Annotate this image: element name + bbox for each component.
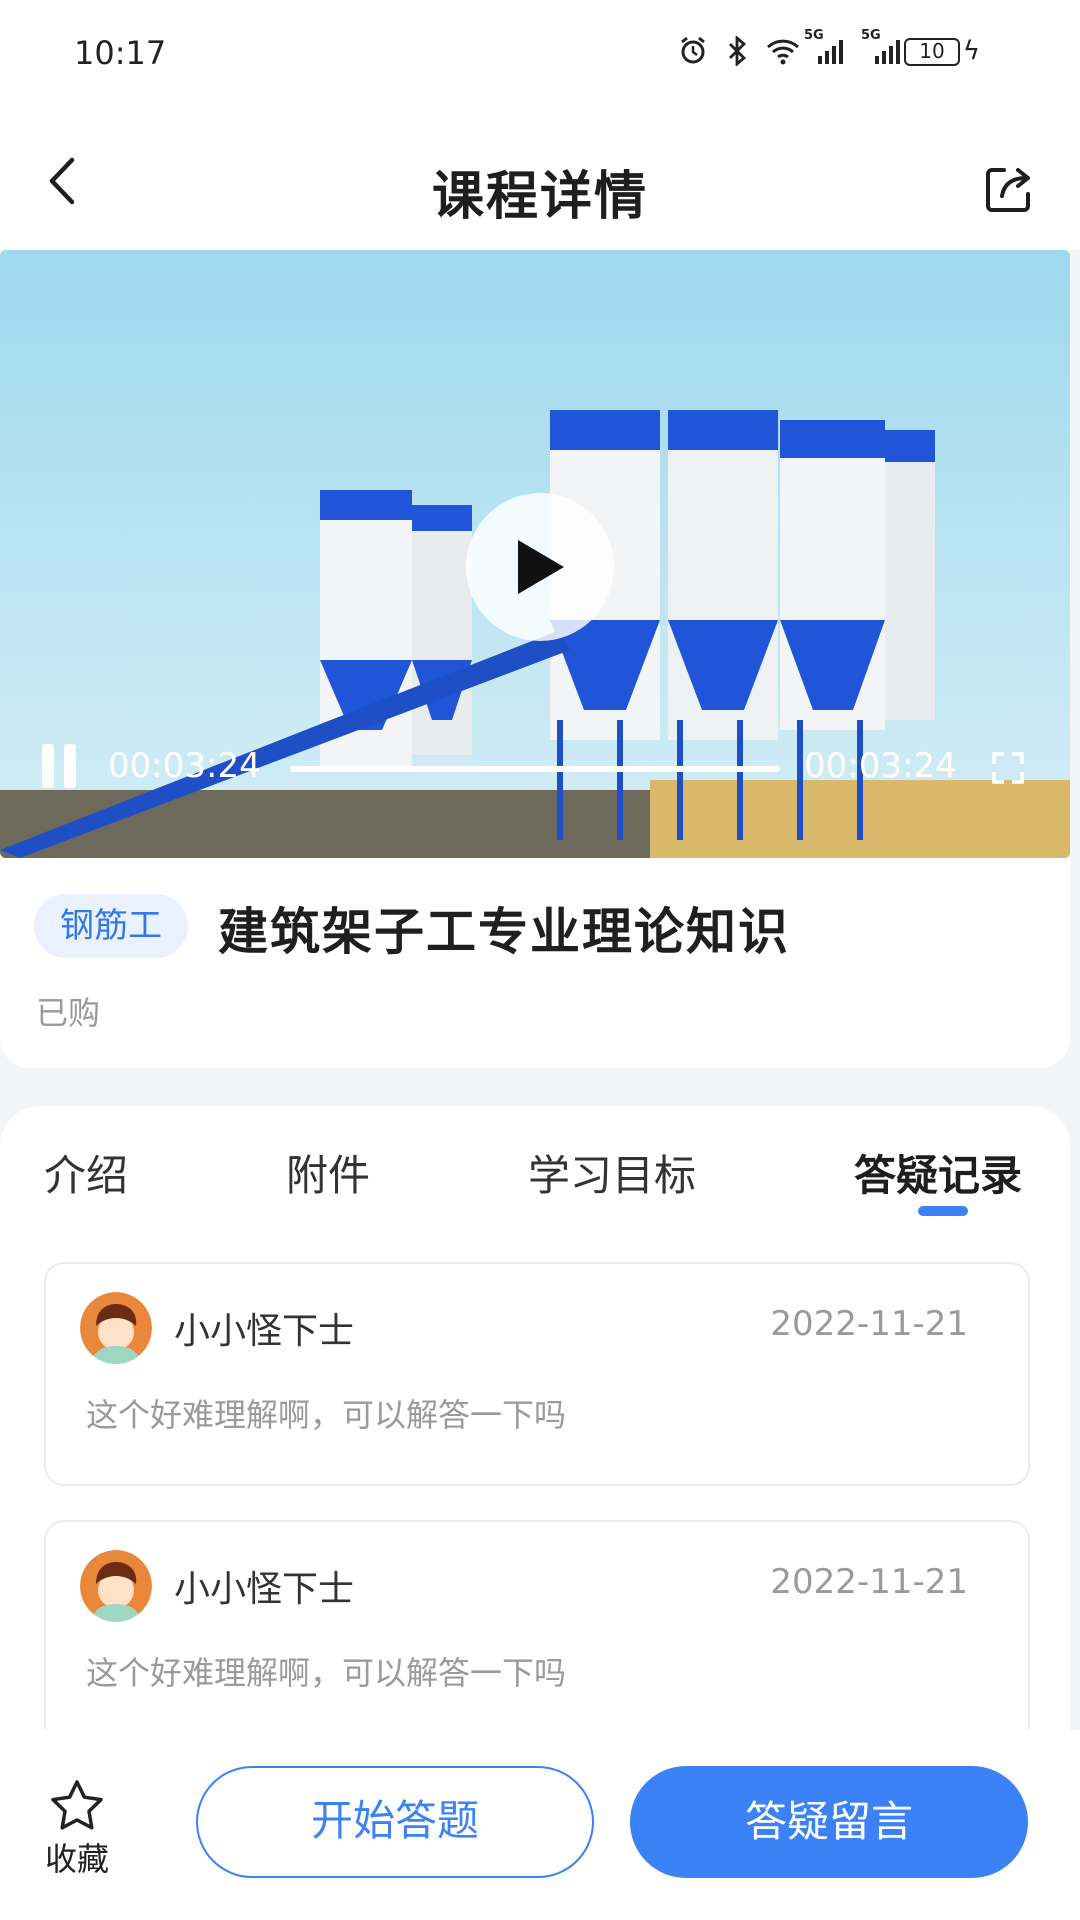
active-tab-indicator [918,1206,968,1216]
share-button[interactable] [982,162,1036,216]
qa-username: 小小怪下士 [174,1569,355,1610]
header: 课程详情 [0,108,1080,250]
tab-learning-goals[interactable]: 学习目标 [528,1142,696,1203]
qa-date: 2022-11-21 [770,1304,968,1344]
fullscreen-icon[interactable] [990,750,1026,786]
video-controls: 00:03:24 00:03:24 [0,738,1070,798]
qa-card[interactable]: 小小怪下士 2022-11-21 这个好难理解啊，可以解答一下吗 [44,1520,1030,1744]
course-info: 钢筋工 建筑架子工专业理论知识 已购 [0,858,1070,1068]
star-icon [51,1780,103,1830]
start-quiz-button[interactable]: 开始答题 [196,1766,594,1878]
qa-card[interactable]: 小小怪下士 2022-11-21 这个好难理解啊，可以解答一下吗 [44,1262,1030,1486]
page-title: 课程详情 [431,167,648,227]
pause-icon-bar [64,744,76,788]
status-icons: 5G 5G [678,28,900,66]
tab-attachments[interactable]: 附件 [286,1142,370,1203]
pause-button[interactable] [42,744,82,788]
qa-username: 小小怪下士 [174,1311,355,1352]
play-icon [518,540,564,594]
qa-message: 这个好难理解啊，可以解答一下吗 [86,1396,567,1434]
qa-date: 2022-11-21 [770,1562,968,1602]
tab-intro[interactable]: 介绍 [44,1142,128,1203]
battery-icon: 10 [904,38,960,66]
bottom-action-bar: 收藏 开始答题 答疑留言 [0,1730,1080,1920]
bluetooth-icon [729,36,747,66]
video-player[interactable]: 00:03:24 00:03:24 [0,250,1070,858]
signal-icon-2: 5G [861,28,900,64]
status-bar: 10:17 5G 5G 10 ϟ [0,0,1080,108]
alarm-icon [681,36,705,64]
share-icon [986,168,1030,212]
play-button[interactable] [466,493,614,641]
ask-question-button[interactable]: 答疑留言 [630,1766,1028,1878]
wifi-icon [766,39,800,65]
progress-fill [290,766,780,772]
avatar [80,1292,152,1364]
qa-message: 这个好难理解啊，可以解答一下吗 [86,1654,567,1692]
favorite-button[interactable]: 收藏 [40,1778,114,1880]
current-time: 00:03:24 [108,746,261,786]
avatar [80,1550,152,1622]
duration: 00:03:24 [804,746,957,786]
tab-qa-records[interactable]: 答疑记录 [854,1142,1022,1203]
signal-icon-1: 5G [804,28,843,64]
charging-icon: ϟ [962,36,980,66]
favorite-label: 收藏 [44,1840,109,1878]
course-title: 建筑架子工专业理论知识 [218,903,790,961]
status-time: 10:17 [74,34,167,72]
category-tag: 钢筋工 [34,894,188,958]
purchase-status: 已购 [36,994,101,1032]
progress-slider[interactable] [290,766,780,772]
tab-bar: 介绍 附件 学习目标 答疑记录 [0,1106,1070,1236]
pause-icon-bar [42,744,54,788]
